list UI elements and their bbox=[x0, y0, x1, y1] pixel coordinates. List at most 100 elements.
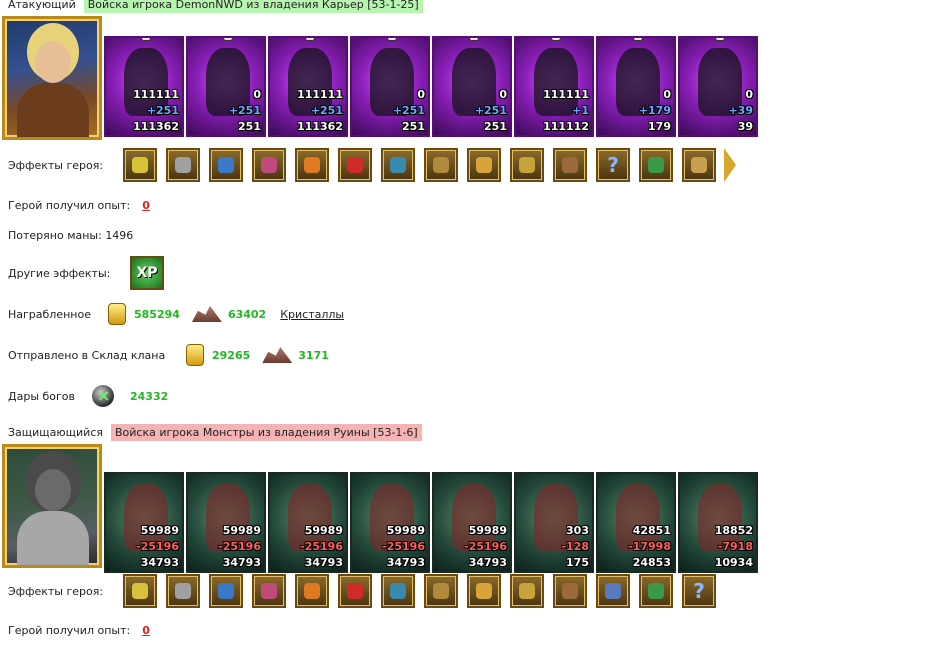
gloves-icon[interactable] bbox=[510, 148, 544, 182]
treasure-icon[interactable] bbox=[295, 148, 329, 182]
unit-delta: -25196 bbox=[382, 540, 425, 553]
heart-icon[interactable] bbox=[338, 148, 372, 182]
unit-card[interactable]: 59989 -25196 34793 bbox=[104, 472, 184, 573]
gem-bag-icon[interactable] bbox=[209, 148, 243, 182]
unit-total: 251 bbox=[402, 120, 425, 133]
unit-card[interactable]: 59989 -25196 34793 bbox=[350, 472, 430, 573]
dragon-head-icon-glyph bbox=[390, 583, 406, 599]
unit-delta: +1 bbox=[572, 104, 589, 117]
scroll-icon-glyph bbox=[433, 157, 449, 173]
clan-gold: 29265 bbox=[212, 348, 251, 362]
ore-icon bbox=[262, 347, 293, 363]
unit-count: 0 bbox=[499, 88, 507, 101]
skull-icon bbox=[387, 38, 397, 41]
next-effects-arrow-icon[interactable] bbox=[724, 148, 736, 182]
gods-orb-icon bbox=[92, 385, 114, 407]
amulet-icon[interactable] bbox=[467, 148, 501, 182]
unit-card[interactable]: 0 +39 39 bbox=[678, 36, 758, 137]
unit-card[interactable]: 0 +179 179 bbox=[596, 36, 676, 137]
unit-card[interactable]: 59989 -25196 34793 bbox=[432, 472, 512, 573]
trident-icon-glyph bbox=[648, 583, 664, 599]
loot-ore: 63402 bbox=[227, 307, 267, 321]
attacker-header: Атакующий Войска игрока DemonNWD из влад… bbox=[8, 0, 423, 13]
attacker-exp-label: Герой получил опыт: bbox=[8, 199, 131, 212]
unit-count: 303 bbox=[566, 524, 589, 537]
clan-label: Отправлено в Склад клана bbox=[8, 348, 166, 362]
unit-count: 0 bbox=[663, 88, 671, 101]
gauntlet-icon[interactable] bbox=[682, 148, 716, 182]
unit-delta: -25196 bbox=[464, 540, 507, 553]
no-sign-icon[interactable] bbox=[338, 574, 372, 608]
ice-crystal-icon[interactable] bbox=[424, 574, 458, 608]
wings-icon-glyph bbox=[562, 157, 578, 173]
unit-count: 18852 bbox=[714, 524, 753, 537]
helmet-icon[interactable] bbox=[123, 574, 157, 608]
ice-armor-icon[interactable] bbox=[467, 574, 501, 608]
unit-card[interactable]: 0 +251 251 bbox=[350, 36, 430, 137]
gold-icon bbox=[108, 303, 126, 325]
unit-card[interactable]: 59989 -25196 34793 bbox=[186, 472, 266, 573]
defender-units: 59989 -25196 34793 59989 -25196 34793 59989 -25… bbox=[104, 472, 758, 573]
dragon-head-icon[interactable] bbox=[381, 574, 415, 608]
unit-count: 111111 bbox=[543, 88, 589, 101]
wings-icon[interactable] bbox=[553, 148, 587, 182]
chest-icon[interactable] bbox=[252, 148, 286, 182]
gods-label: Дары богов bbox=[8, 389, 76, 403]
defender-exp-value[interactable]: 0 bbox=[142, 624, 150, 637]
defender-effects-row: Эффекты героя: ? bbox=[8, 574, 716, 608]
ice-axe-icon[interactable] bbox=[596, 574, 630, 608]
trident-icon[interactable] bbox=[639, 574, 673, 608]
defender-title: Войска игрока Монстры из владения Руины … bbox=[111, 424, 422, 441]
shield-icon[interactable] bbox=[381, 148, 415, 182]
attacker-exp-value[interactable]: 0 bbox=[142, 199, 150, 212]
scroll-icon[interactable] bbox=[424, 148, 458, 182]
staff-icon[interactable] bbox=[295, 574, 329, 608]
defender-hero-portrait[interactable] bbox=[2, 444, 102, 568]
unit-card[interactable]: 111111 +251 111362 bbox=[104, 36, 184, 137]
gold-icon bbox=[186, 344, 204, 366]
unit-card[interactable]: 111111 +251 111362 bbox=[268, 36, 348, 137]
unit-count: 59989 bbox=[468, 524, 507, 537]
unit-delta: -17998 bbox=[628, 540, 671, 553]
totem-icon[interactable] bbox=[639, 148, 673, 182]
ice-ring-icon[interactable] bbox=[510, 574, 544, 608]
unit-count: 59989 bbox=[140, 524, 179, 537]
unit-total: 34793 bbox=[140, 556, 179, 569]
unit-delta: +251 bbox=[228, 104, 261, 117]
unit-card[interactable]: 0 +251 251 bbox=[432, 36, 512, 137]
unit-delta: +39 bbox=[728, 104, 753, 117]
unit-card[interactable]: 0 +251 251 bbox=[186, 36, 266, 137]
gods-row: Дары богов 24332 bbox=[8, 385, 168, 407]
ice-crystal-icon-glyph bbox=[433, 583, 449, 599]
unit-total: 251 bbox=[484, 120, 507, 133]
unit-total: 111362 bbox=[133, 120, 179, 133]
unit-card[interactable]: 111111 +1 111112 bbox=[514, 36, 594, 137]
unit-count: 59989 bbox=[222, 524, 261, 537]
question-icon[interactable]: ? bbox=[596, 148, 630, 182]
ice-sword-icon[interactable] bbox=[553, 574, 587, 608]
shield-icon[interactable] bbox=[209, 574, 243, 608]
unit-card[interactable]: 18852 -7918 10934 bbox=[678, 472, 758, 573]
crystal-icon[interactable] bbox=[123, 148, 157, 182]
unit-total: 179 bbox=[648, 120, 671, 133]
unit-card[interactable]: 303 -128 175 bbox=[514, 472, 594, 573]
hero-face bbox=[35, 41, 71, 83]
attacker-hero-portrait[interactable] bbox=[2, 16, 102, 140]
beast-icon-glyph bbox=[261, 583, 277, 599]
crystals-link[interactable]: Кристаллы bbox=[280, 308, 344, 321]
xp-effect-icon[interactable]: XP bbox=[130, 256, 164, 290]
gauntlet-icon-glyph bbox=[691, 157, 707, 173]
attacker-effects-row: Эффекты героя: ? bbox=[8, 148, 736, 182]
unit-card[interactable]: 59989 -25196 34793 bbox=[268, 472, 348, 573]
clan-row: Отправлено в Склад клана 29265 3171 bbox=[8, 344, 329, 366]
unit-total: 39 bbox=[737, 120, 753, 133]
beast-icon[interactable] bbox=[252, 574, 286, 608]
skull-icon bbox=[633, 38, 643, 41]
armor-icon-glyph bbox=[175, 157, 191, 173]
armor-icon[interactable] bbox=[166, 148, 200, 182]
unit-card[interactable]: 42851 -17998 24853 bbox=[596, 472, 676, 573]
question-icon[interactable]: ? bbox=[682, 574, 716, 608]
unit-total: 34793 bbox=[468, 556, 507, 569]
shield-icon-glyph bbox=[218, 583, 234, 599]
ice-arrow-icon[interactable] bbox=[166, 574, 200, 608]
